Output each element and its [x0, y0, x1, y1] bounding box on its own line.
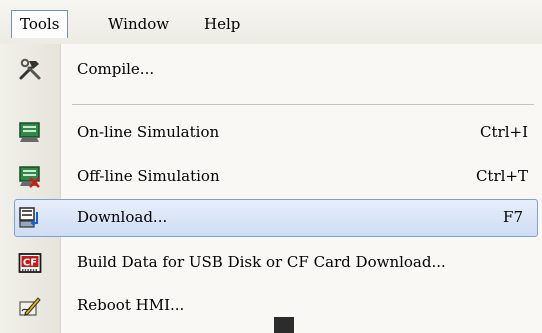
- menu-window[interactable]: Window: [100, 10, 177, 38]
- menu-item-shortcut: F7: [503, 208, 523, 226]
- menu-item-download[interactable]: Download... F7: [14, 199, 538, 237]
- menu-item-shortcut: Ctrl+T: [475, 167, 528, 185]
- hammer-wrench-icon: [19, 58, 41, 80]
- offline-simulation-icon: [19, 166, 40, 188]
- cf-card-icon-text: CF: [23, 257, 37, 268]
- menu-item-label: Reboot HMI...: [77, 296, 185, 314]
- menu-item-reboot-hmi[interactable]: Reboot HMI...: [0, 287, 542, 325]
- menu-item-label: Compile...: [77, 60, 155, 78]
- menu-item-label: Off-line Simulation: [77, 167, 220, 185]
- menu-item-offline-simulation[interactable]: Off-line Simulation Ctrl+T: [0, 158, 542, 196]
- download-icon: [19, 207, 38, 228]
- menu-item-label: On-line Simulation: [77, 123, 220, 141]
- menu-item-label: Download...: [77, 208, 168, 226]
- menu-help[interactable]: Help: [196, 10, 248, 38]
- menu-item-online-simulation[interactable]: On-line Simulation Ctrl+I: [0, 114, 542, 152]
- cf-card-icon: CF: [18, 253, 42, 273]
- menu-separator: [72, 104, 534, 105]
- menu-help-label: Help: [204, 15, 241, 33]
- tools-dropdown-menu: Compile... On-line Simulation Ctrl+I Off…: [0, 44, 542, 333]
- menu-item-shortcut: Ctrl+I: [480, 123, 528, 141]
- menu-tools[interactable]: Tools: [11, 10, 69, 38]
- menu-bar: Tools Window Help: [0, 0, 542, 45]
- mouse-cursor-icon: [274, 317, 294, 333]
- menu-tools-label: Tools: [20, 15, 60, 33]
- reboot-pen-icon: [19, 297, 41, 316]
- menu-window-label: Window: [108, 15, 170, 33]
- menu-item-label: Build Data for USB Disk or CF Card Downl…: [77, 253, 446, 271]
- menu-item-build-usb-cf[interactable]: CF Build Data for USB Disk or CF Card Do…: [0, 244, 542, 282]
- menu-item-compile[interactable]: Compile...: [0, 51, 542, 89]
- online-simulation-icon: [19, 122, 40, 142]
